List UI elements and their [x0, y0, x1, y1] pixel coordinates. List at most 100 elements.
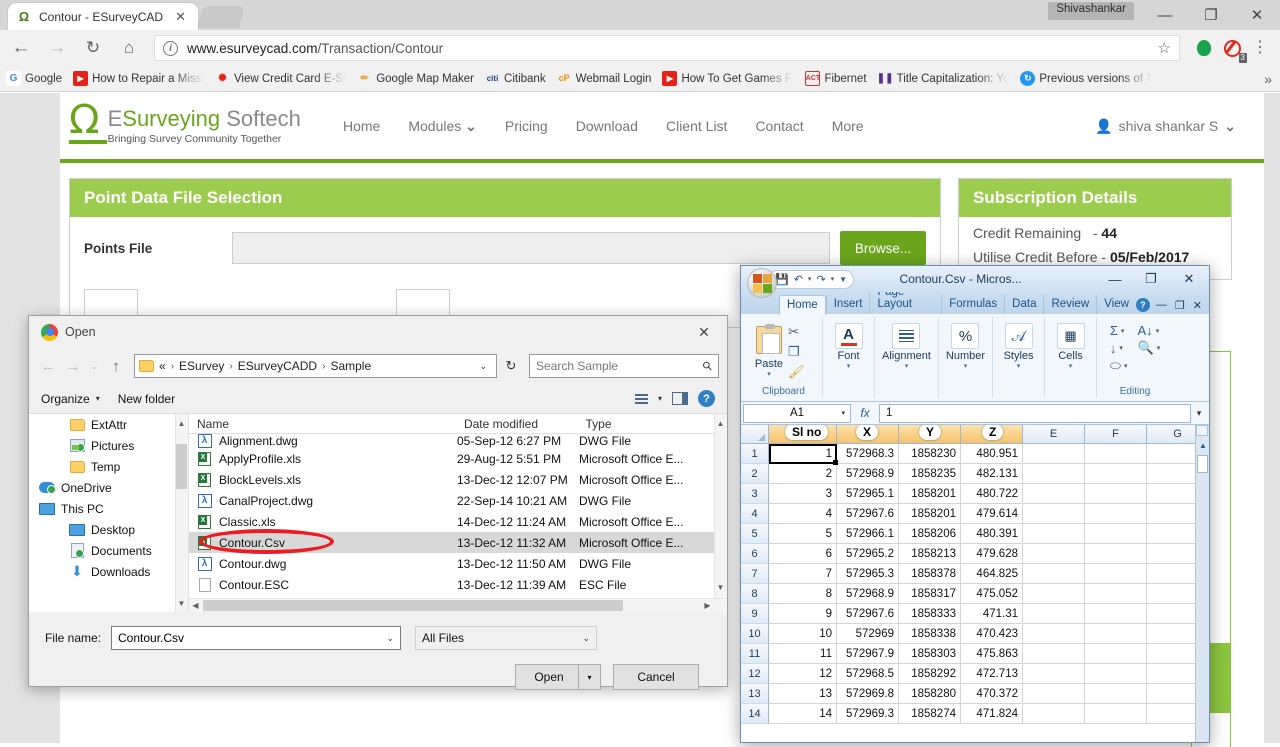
spreadsheet-cell[interactable]: 14: [769, 704, 837, 724]
bookmark-item[interactable]: ✏ Google Map Maker: [357, 71, 475, 86]
file-list-scrollbar[interactable]: ▲ ▼: [714, 414, 727, 612]
bookmark-item[interactable]: ↻ Previous versions of T: [1020, 71, 1152, 86]
spreadsheet-cell[interactable]: 482.131: [961, 464, 1023, 484]
hscroll-left-icon[interactable]: ◀: [189, 599, 202, 612]
open-split-caret-icon[interactable]: ▾: [578, 665, 600, 689]
find-select-icon[interactable]: 🔍 ▾: [1138, 340, 1161, 356]
spreadsheet-cell[interactable]: 1858206: [899, 524, 961, 544]
browser-tab[interactable]: Ω Contour - ESurveyCAD ✕: [8, 3, 198, 30]
spreadsheet-cell[interactable]: [1023, 664, 1085, 684]
spreadsheet-cell[interactable]: 1858292: [899, 664, 961, 684]
row-header[interactable]: 11: [741, 644, 769, 664]
spreadsheet-cell[interactable]: 471.31: [961, 604, 1023, 624]
spreadsheet-cell[interactable]: 1858280: [899, 684, 961, 704]
nav-item-modules[interactable]: Modules ⌄: [408, 118, 477, 135]
file-row[interactable]: λ CanalProject.dwg 22-Sep-14 10:21 AM DWG F…: [189, 490, 727, 511]
bookmarks-overflow-icon[interactable]: »: [1264, 71, 1272, 87]
view-options-icon[interactable]: [634, 393, 648, 404]
points-file-input[interactable]: [232, 232, 830, 264]
spreadsheet-cell[interactable]: [1085, 624, 1147, 644]
name-box[interactable]: A1 ▾: [743, 403, 851, 423]
spreadsheet-cell[interactable]: [1023, 444, 1085, 464]
file-row[interactable]: BlockLevels.xls 13-Dec-12 12:07 PM Microso…: [189, 469, 727, 490]
spreadsheet-cell[interactable]: 6: [769, 544, 837, 564]
file-row[interactable]: λ Alignment.dwg 05-Sep-12 6:27 PM DWG File: [189, 434, 727, 448]
option-box-1[interactable]: [84, 289, 138, 317]
spreadsheet-cell[interactable]: 572969: [837, 624, 899, 644]
bookmark-item[interactable]: ACT Fibernet: [805, 71, 867, 86]
breadcrumb[interactable]: « › ESurvey › ESurveyCADD › Sample ⌄: [134, 354, 497, 378]
nav-item-pricing[interactable]: Pricing: [505, 118, 548, 134]
sort-filter-icon[interactable]: A↓ ▾: [1138, 323, 1161, 338]
file-row[interactable]: Contour.ESC 13-Dec-12 11:39 AM ESC File: [189, 574, 727, 594]
spreadsheet-cell[interactable]: [1085, 544, 1147, 564]
font-icon[interactable]: A: [834, 323, 863, 349]
nav-scroll-thumb[interactable]: [176, 444, 187, 489]
ribbon-tab-home[interactable]: Home: [779, 295, 826, 315]
spreadsheet-cell[interactable]: 572965.3: [837, 564, 899, 584]
spreadsheet-cell[interactable]: 9: [769, 604, 837, 624]
site-logo[interactable]: Ω ESurveying Softech Bringing Survey Com…: [69, 100, 319, 145]
redo-icon[interactable]: ↷: [816, 273, 825, 286]
insert-function-icon[interactable]: fx: [860, 406, 869, 420]
nav-item-contact[interactable]: Contact: [755, 118, 803, 134]
new-folder-button[interactable]: New folder: [118, 392, 175, 406]
spreadsheet-cell[interactable]: 12: [769, 664, 837, 684]
spreadsheet-cell[interactable]: [1085, 604, 1147, 624]
row-header[interactable]: 14: [741, 704, 769, 724]
spreadsheet-cell[interactable]: [1023, 704, 1085, 724]
nav-scroll-up-icon[interactable]: ▲: [176, 416, 187, 430]
paste-caret-icon[interactable]: ▾: [767, 370, 771, 378]
window-user-chip[interactable]: Shivashankar: [1048, 2, 1134, 20]
spreadsheet-cell[interactable]: [1023, 624, 1085, 644]
dialog-refresh-button[interactable]: ↻: [500, 355, 522, 377]
scroll-up-icon[interactable]: ▲: [1196, 438, 1209, 452]
spreadsheet-cell[interactable]: [1085, 704, 1147, 724]
excel-title-bar[interactable]: 💾 ↶ ▾ ↷ ▾ ▼ Contour.Csv - Micros... — ❐ …: [741, 266, 1209, 298]
bookmark-item[interactable]: cP Webmail Login: [557, 71, 652, 86]
spreadsheet-cell[interactable]: 1858303: [899, 644, 961, 664]
spreadsheet-cell[interactable]: [1085, 584, 1147, 604]
breadcrumb-esurveycadd[interactable]: ESurveyCADD: [238, 359, 317, 373]
cut-icon[interactable]: ✂: [788, 324, 805, 340]
help-icon[interactable]: ?: [698, 390, 715, 407]
spreadsheet-cell[interactable]: [1023, 524, 1085, 544]
nav-item-more[interactable]: More: [832, 118, 864, 134]
workbook-restore-icon[interactable]: ❐: [1173, 299, 1187, 312]
preview-pane-icon[interactable]: [672, 392, 688, 405]
spreadsheet-cell[interactable]: 1858317: [899, 584, 961, 604]
workbook-close-icon[interactable]: ✕: [1191, 299, 1204, 312]
back-button[interactable]: ←: [6, 33, 36, 63]
spreadsheet-cell[interactable]: 572965.2: [837, 544, 899, 564]
spreadsheet-cell[interactable]: 1858333: [899, 604, 961, 624]
spreadsheet-cell[interactable]: 479.628: [961, 544, 1023, 564]
row-header[interactable]: 9: [741, 604, 769, 624]
save-icon[interactable]: 💾: [775, 273, 789, 286]
file-list-hscrollbar[interactable]: ◀ ▶: [189, 598, 727, 612]
spreadsheet-cell[interactable]: 572968.5: [837, 664, 899, 684]
spreadsheet-cell[interactable]: 572965.1: [837, 484, 899, 504]
open-button[interactable]: Open ▾: [515, 664, 601, 690]
page-info-icon[interactable]: i: [163, 40, 178, 56]
spreadsheet-cell[interactable]: [1023, 684, 1085, 704]
hscroll-right-icon[interactable]: ▶: [701, 599, 714, 612]
dialog-up-button[interactable]: ↑: [105, 355, 127, 377]
browse-button[interactable]: Browse...: [840, 231, 926, 265]
excel-maximize-button[interactable]: ❐: [1133, 268, 1169, 290]
nav-pane-item-onedrive[interactable]: OneDrive: [29, 477, 188, 498]
font-caret-icon[interactable]: ▾: [847, 362, 851, 370]
ribbon-tab-view[interactable]: View: [1096, 295, 1136, 314]
bookmark-item[interactable]: ✺ View Credit Card E-St: [215, 71, 346, 86]
row-header[interactable]: 1: [741, 444, 769, 464]
breadcrumb-sample[interactable]: Sample: [330, 359, 371, 373]
spreadsheet-cell[interactable]: [1085, 524, 1147, 544]
spreadsheet-cell[interactable]: [1085, 484, 1147, 504]
spreadsheet-cell[interactable]: 572967.9: [837, 644, 899, 664]
spreadsheet-cell[interactable]: 1858235: [899, 464, 961, 484]
spreadsheet-cell[interactable]: 480.951: [961, 444, 1023, 464]
row-header[interactable]: 6: [741, 544, 769, 564]
bookmark-item[interactable]: ▶ How To Get Games Fo: [662, 71, 794, 86]
row-header[interactable]: 2: [741, 464, 769, 484]
expand-formula-bar-icon[interactable]: ▾: [1191, 408, 1207, 419]
workbook-minimize-icon[interactable]: —: [1154, 299, 1169, 311]
